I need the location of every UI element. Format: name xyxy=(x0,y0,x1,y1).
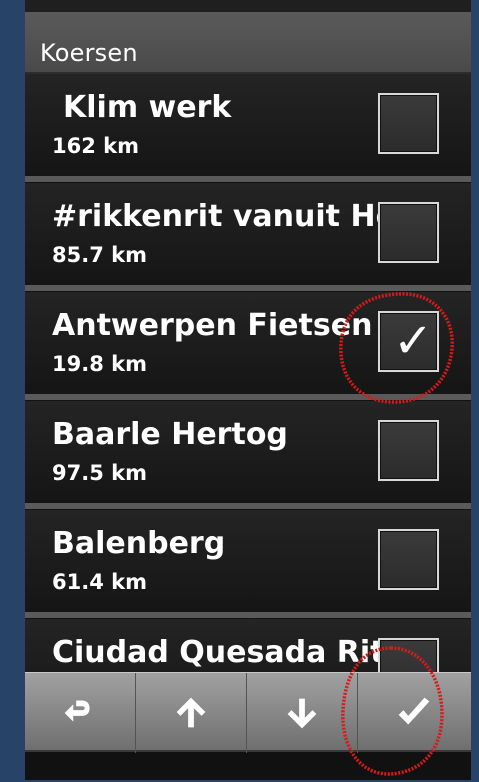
checkmark-icon xyxy=(398,697,429,725)
course-title: Klim werk xyxy=(63,90,232,125)
course-checkbox-baarle-hertog[interactable] xyxy=(378,420,439,481)
back-icon xyxy=(64,700,90,722)
course-title: #rikkenrit vanuit He xyxy=(52,199,379,234)
page-title: Koersen xyxy=(40,39,138,67)
device-frame: Koersen Klim werk 162 km #rikkenrit vanu… xyxy=(25,0,471,780)
arrow-up-icon xyxy=(176,697,206,728)
bottom-toolbar xyxy=(25,672,471,753)
header: Koersen xyxy=(25,12,471,74)
scroll-up-button[interactable] xyxy=(136,673,247,753)
course-row-rikkenrit-vanuit-he[interactable]: #rikkenrit vanuit He 85.7 km xyxy=(25,183,471,291)
course-title: Baarle Hertog xyxy=(52,417,288,452)
scroll-down-button[interactable] xyxy=(247,673,358,753)
course-checkbox-ciudad-quesada-rit[interactable] xyxy=(378,638,439,672)
course-row-balenberg[interactable]: Balenberg 61.4 km xyxy=(25,510,471,618)
course-row-ciudad-quesada-rit[interactable]: Ciudad Quesada Rit xyxy=(25,619,471,672)
arrow-down-icon xyxy=(287,698,317,729)
course-row-klim-werk[interactable]: Klim werk 162 km xyxy=(25,74,471,182)
checkmark-icon: ✓ xyxy=(393,313,434,369)
course-distance: 162 km xyxy=(52,134,139,158)
confirm-button[interactable] xyxy=(358,673,469,753)
course-title: Ciudad Quesada Rit xyxy=(52,635,379,670)
course-distance: 97.5 km xyxy=(52,461,147,485)
back-button[interactable] xyxy=(25,673,136,753)
course-distance: 61.4 km xyxy=(52,570,147,594)
course-row-baarle-hertog[interactable]: Baarle Hertog 97.5 km xyxy=(25,401,471,509)
course-checkbox-rikkenrit-vanuit-he[interactable] xyxy=(378,202,439,263)
course-checkbox-klim-werk[interactable] xyxy=(378,93,439,154)
course-checkbox-antwerpen-fietsen[interactable]: ✓ xyxy=(378,311,439,372)
course-row-antwerpen-fietsen[interactable]: Antwerpen Fietsen 19.8 km ✓ xyxy=(25,292,471,400)
course-screen: Koersen Klim werk 162 km #rikkenrit vanu… xyxy=(25,0,471,780)
course-list[interactable]: Klim werk 162 km #rikkenrit vanuit He 85… xyxy=(25,74,471,672)
course-distance: 85.7 km xyxy=(52,243,147,267)
top-strip xyxy=(25,0,471,12)
course-title: Balenberg xyxy=(52,526,226,561)
course-title: Antwerpen Fietsen xyxy=(52,308,373,343)
course-distance: 19.8 km xyxy=(52,352,147,376)
course-checkbox-balenberg[interactable] xyxy=(378,529,439,590)
